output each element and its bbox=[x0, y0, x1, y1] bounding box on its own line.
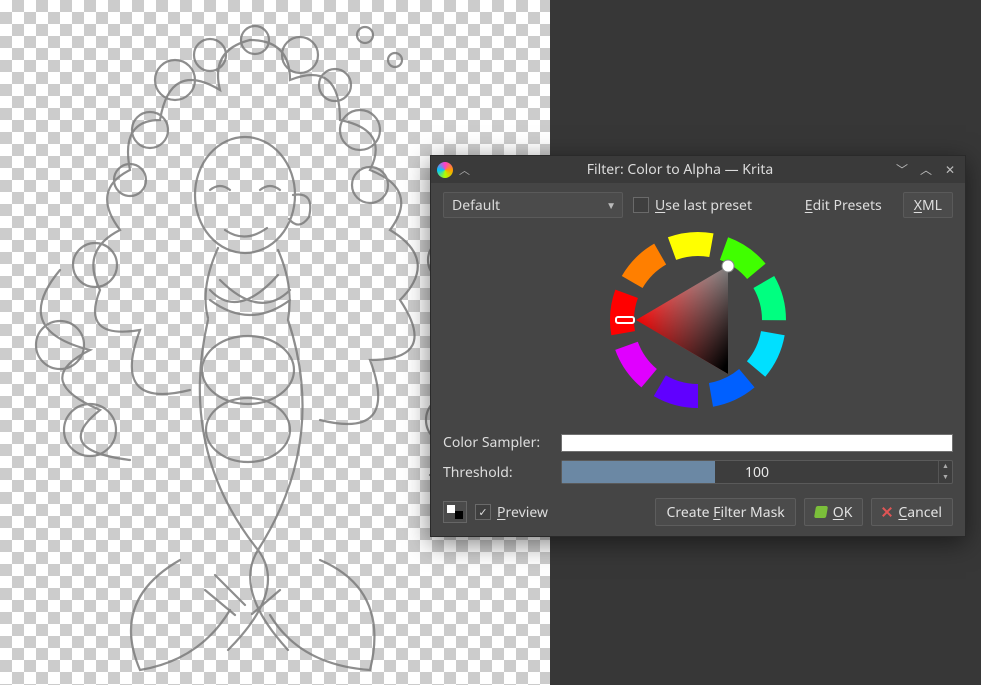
krita-logo-icon bbox=[437, 162, 453, 178]
chevron-down-icon: ▼ bbox=[606, 198, 616, 212]
maximize-button[interactable]: ︿ bbox=[917, 161, 935, 179]
preset-combo-value: Default bbox=[452, 196, 500, 215]
dialog-footer: ✓ Preview Create Filter Mask OK Cancel bbox=[431, 490, 965, 536]
dialog-title: Filter: Color to Alpha — Krita bbox=[473, 160, 887, 179]
color-sampler-label: Color Sampler: bbox=[443, 433, 553, 452]
chevron-down-icon[interactable]: ▼ bbox=[938, 472, 952, 483]
threshold-value: 100 bbox=[562, 463, 952, 482]
ok-button[interactable]: OK bbox=[804, 498, 864, 526]
color-picker[interactable] bbox=[431, 224, 965, 427]
threshold-spinner[interactable]: ▲ ▼ bbox=[938, 461, 952, 483]
picker-cursor-icon bbox=[722, 260, 734, 272]
cancel-button[interactable]: Cancel bbox=[871, 498, 953, 526]
edit-presets-button[interactable]: Edit Presets bbox=[794, 192, 893, 218]
use-last-preset-checkbox[interactable]: Use last preset bbox=[633, 196, 752, 215]
color-wheel-icon bbox=[608, 230, 788, 410]
create-filter-mask-button[interactable]: Create Filter Mask bbox=[655, 498, 795, 526]
preview-overlay-icon[interactable] bbox=[443, 501, 467, 523]
checkbox-icon: ✓ bbox=[475, 504, 491, 520]
dialog-titlebar[interactable]: ︿ Filter: Color to Alpha — Krita ﹀ ︿ ✕ bbox=[431, 156, 965, 183]
close-button[interactable]: ✕ bbox=[941, 161, 959, 179]
threshold-label: Threshold: bbox=[443, 463, 553, 482]
filter-fields: Color Sampler: Threshold: 100 ▲ ▼ bbox=[431, 427, 965, 490]
minimize-button[interactable]: ﹀ bbox=[893, 161, 911, 179]
cancel-icon bbox=[882, 507, 892, 517]
color-sampler-swatch[interactable] bbox=[561, 434, 953, 452]
threshold-slider[interactable]: 100 ▲ ▼ bbox=[561, 460, 953, 484]
chevron-up-icon[interactable]: ▲ bbox=[938, 461, 952, 472]
preset-combo[interactable]: Default ▼ bbox=[443, 192, 623, 218]
ok-icon bbox=[814, 506, 828, 518]
dialog-toolbar: Default ▼ Use last preset Edit Presets X… bbox=[431, 183, 965, 224]
preview-checkbox[interactable]: ✓ Preview bbox=[475, 503, 548, 522]
checkbox-icon bbox=[633, 197, 649, 213]
filter-dialog: ︿ Filter: Color to Alpha — Krita ﹀ ︿ ✕ D… bbox=[430, 155, 966, 537]
collapse-chevrons-icon[interactable]: ︿ bbox=[459, 162, 467, 178]
xml-button[interactable]: XML bbox=[903, 192, 953, 218]
